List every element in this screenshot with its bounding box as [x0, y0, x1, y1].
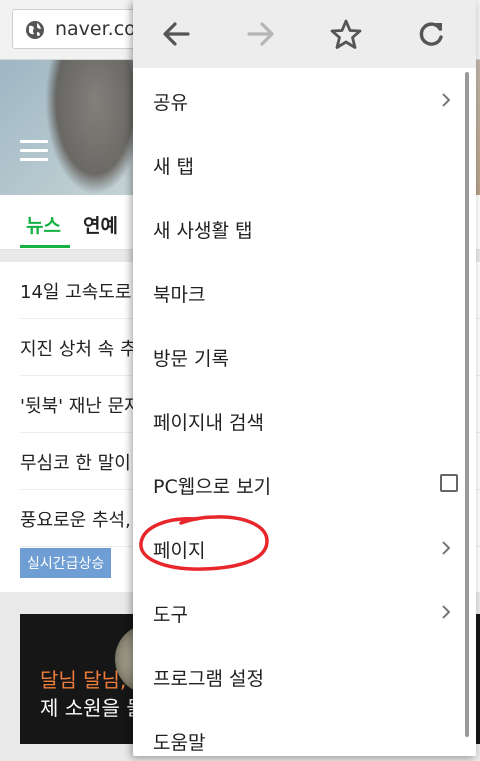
menu-item-label: 북마크	[153, 284, 206, 306]
hero-illustration	[45, 60, 145, 195]
menu-item-label: 새 사생활 탭	[153, 220, 253, 242]
chevron-right-icon	[442, 605, 451, 619]
reload-icon[interactable]	[413, 16, 449, 52]
menu-item-desktop-view[interactable]: PC웹으로 보기	[133, 452, 476, 516]
menu-item-find-in-page[interactable]: 페이지내 검색	[133, 388, 476, 452]
desktop-view-checkbox[interactable]	[440, 474, 458, 492]
menu-item-label: 공유	[153, 92, 188, 114]
chevron-right-icon	[442, 93, 451, 107]
forward-arrow-icon[interactable]	[243, 16, 279, 52]
menu-item-label: 도구	[153, 604, 188, 626]
bookmark-star-icon[interactable]	[328, 16, 364, 52]
menu-icon-row	[133, 0, 476, 68]
tab-entertainment[interactable]: 연예	[83, 211, 118, 238]
url-text: naver.co	[55, 18, 136, 40]
menu-scrollbar[interactable]	[465, 72, 469, 737]
menu-item-new-tab[interactable]: 새 탭	[133, 132, 476, 196]
menu-item-bookmarks[interactable]: 북마크	[133, 260, 476, 324]
realtime-badge[interactable]: 실시간급상승	[20, 548, 112, 578]
hamburger-menu-icon[interactable]	[20, 140, 48, 162]
menu-item-help[interactable]: 도움말	[133, 708, 476, 756]
menu-item-settings[interactable]: 프로그램 설정	[133, 644, 476, 708]
banner-title: 달님 달님,	[40, 668, 127, 692]
menu-item-share[interactable]: 공유	[133, 68, 476, 132]
globe-icon	[26, 21, 44, 39]
menu-item-label: PC웹으로 보기	[153, 476, 272, 498]
menu-item-history[interactable]: 방문 기록	[133, 324, 476, 388]
red-circle-annotation	[139, 515, 269, 571]
menu-item-label: 도움말	[153, 732, 206, 754]
chevron-right-icon	[442, 541, 451, 555]
menu-item-label: 새 탭	[153, 156, 194, 178]
overflow-menu: 공유 새 탭 새 사생활 탭 북마크 방문 기록 페이지내 검색 PC웹으로 보…	[133, 0, 476, 756]
menu-item-label: 프로그램 설정	[153, 668, 264, 690]
menu-item-label: 방문 기록	[153, 348, 229, 370]
menu-item-tools[interactable]: 도구	[133, 580, 476, 644]
active-tab-indicator	[20, 245, 70, 248]
menu-item-label: 페이지내 검색	[153, 412, 264, 434]
menu-item-private-tab[interactable]: 새 사생활 탭	[133, 196, 476, 260]
back-arrow-icon[interactable]	[158, 16, 194, 52]
tab-news[interactable]: 뉴스	[26, 211, 61, 238]
banner-subtitle: 제 소원을 들	[40, 696, 145, 720]
